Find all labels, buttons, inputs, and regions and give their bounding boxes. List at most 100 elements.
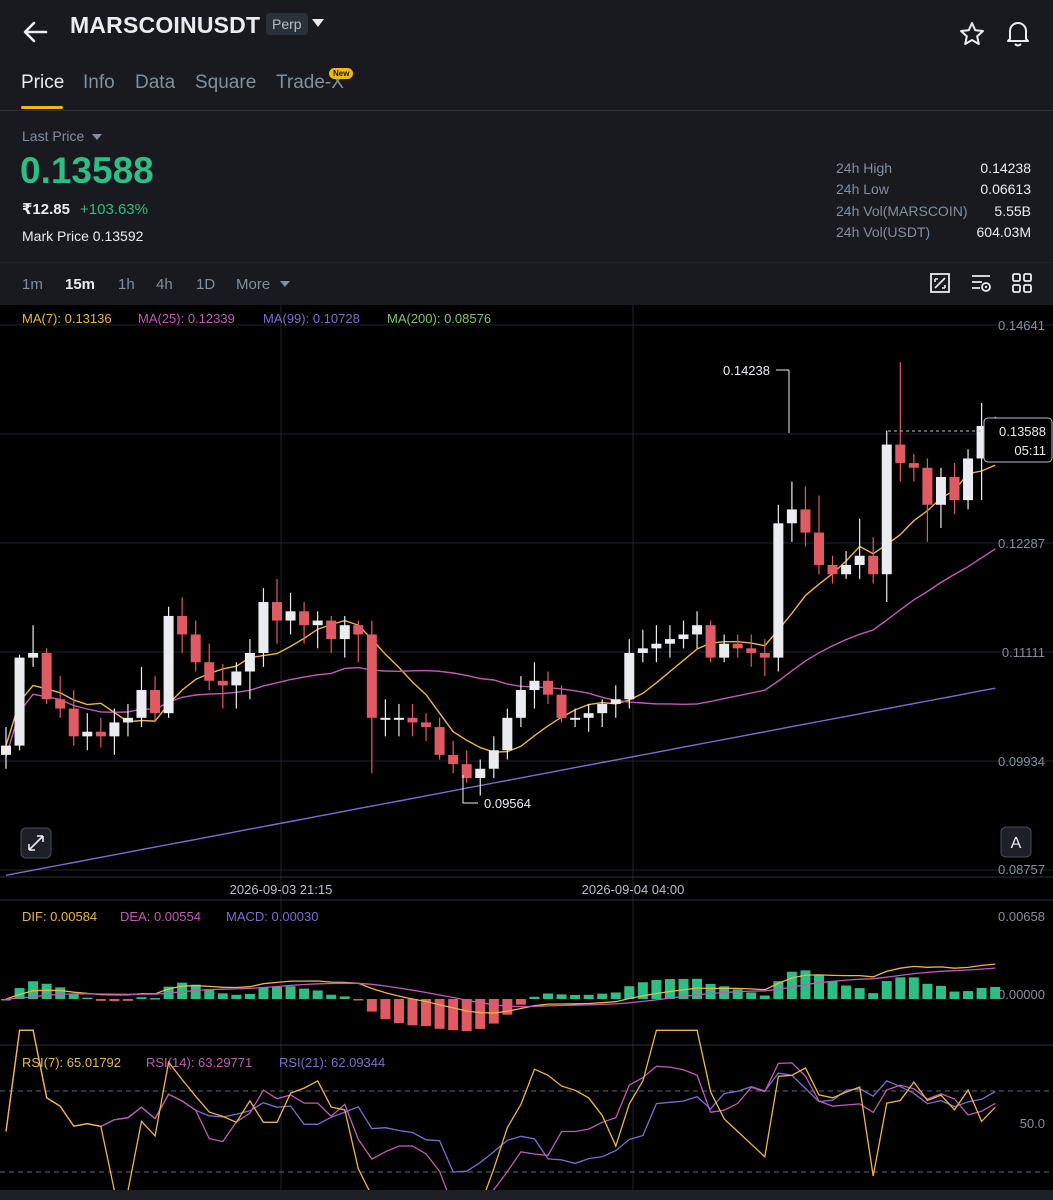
candle-body (908, 463, 919, 468)
macd-bar (786, 971, 797, 999)
tab-info[interactable]: Info (83, 72, 115, 94)
macd-bar (136, 997, 147, 999)
candle-body (597, 703, 608, 714)
candle-body (190, 634, 201, 663)
candle-body (556, 694, 567, 718)
candle-body (624, 652, 635, 700)
timeframe-1d[interactable]: 1D (196, 276, 215, 293)
candle-body (949, 476, 960, 501)
favorite-star-icon[interactable] (958, 20, 986, 48)
ma99-legend: MA(99): 0.10728 (263, 311, 360, 326)
active-tab-indicator (21, 106, 63, 109)
macd-bar (231, 994, 242, 999)
macd-bar (82, 997, 93, 1000)
more-dropdown-icon[interactable] (280, 281, 290, 287)
rsi21-legend: RSI(21): 62.09344 (279, 1055, 385, 1070)
macd-bar (515, 999, 526, 1005)
candle-body (637, 648, 648, 653)
stat-label-24h-high: 24h High (836, 160, 893, 176)
contract-type-badge: Perp (266, 13, 308, 35)
tab-price[interactable]: Price (21, 72, 64, 94)
candle-body (583, 713, 594, 718)
candle-body (244, 652, 255, 672)
candle-body (326, 620, 337, 640)
macd-bar (881, 981, 892, 999)
last-price-dropdown-icon[interactable] (92, 134, 102, 140)
macd-bar (597, 993, 608, 999)
candle-body (109, 722, 120, 737)
candle-body (448, 754, 459, 765)
macd-panel (1, 963, 1001, 1032)
macd-bar (55, 987, 66, 999)
expand-chart-button[interactable] (20, 827, 52, 859)
candle-body (177, 615, 188, 635)
symbol-title[interactable]: MARSCOINUSDT (70, 12, 260, 39)
candle-body (664, 639, 675, 644)
macd-bar (190, 984, 201, 999)
macd-histogram-legend: MACD: 0.00030 (226, 909, 319, 924)
candle-body (163, 615, 174, 714)
indicator-settings-icon[interactable] (970, 272, 992, 294)
candle-body (14, 657, 25, 746)
macd-y-tick: 0.00658 (998, 909, 1045, 924)
candle-body (68, 708, 79, 737)
ticker-panel: MARSCOINUSDT Perp Price Info Data Square… (0, 0, 1053, 262)
back-arrow-icon[interactable] (20, 18, 50, 46)
candle-body (393, 717, 404, 720)
candle-body (488, 750, 499, 769)
candle-body (800, 509, 811, 533)
macd-bar (244, 993, 255, 999)
last-price-label[interactable]: Last Price (22, 128, 84, 144)
candle-body (28, 652, 39, 658)
new-badge: New (329, 68, 354, 79)
timeframe-4h[interactable]: 4h (156, 276, 173, 293)
candle-body (678, 634, 689, 640)
macd-bar (705, 983, 716, 999)
macd-bar (827, 981, 838, 999)
symbol-dropdown-icon[interactable] (312, 19, 324, 27)
timeframe-1h[interactable]: 1h (118, 276, 135, 293)
candle-body (773, 523, 784, 658)
macd-bar (448, 999, 459, 1031)
stat-value-24h-high: 0.14238 (980, 160, 1031, 176)
stat-value-24h-vol-usdt: 604.03M (976, 224, 1031, 240)
candle-body (366, 634, 377, 718)
candle-body (231, 671, 242, 686)
timeframe-15m[interactable]: 15m (65, 276, 95, 293)
macd-bar (41, 983, 52, 999)
macd-bar (935, 985, 946, 999)
macd-bar (746, 992, 757, 999)
candle-body (732, 643, 743, 649)
macd-bar (421, 999, 432, 1027)
macd-bar (841, 985, 852, 999)
macd-y-tick: 0.00000 (998, 987, 1045, 1002)
timeframe-1m[interactable]: 1m (22, 276, 43, 293)
macd-bar (543, 993, 553, 999)
tab-square[interactable]: Square (195, 72, 256, 94)
tab-data[interactable]: Data (135, 72, 175, 94)
macd-bar (922, 983, 933, 999)
candle-body (407, 717, 418, 723)
candle-body (434, 727, 445, 755)
bottom-edge (0, 1190, 1053, 1200)
chart-fullscreen-icon[interactable] (929, 272, 951, 294)
price-alert-bell-icon[interactable] (1004, 18, 1032, 48)
candle-body (217, 680, 228, 686)
layout-grid-icon[interactable] (1011, 272, 1033, 294)
candle-body (95, 731, 106, 737)
price-change-percent: +103.63% (80, 201, 148, 218)
stat-value-24h-vol-base: 5.55B (994, 203, 1031, 219)
timeframe-more[interactable]: More (236, 276, 270, 293)
macd-bar (380, 999, 391, 1020)
candle-body (854, 555, 865, 565)
macd-bar (285, 986, 296, 999)
auto-scale-button[interactable]: A (1000, 826, 1032, 858)
stat-label-24h-low: 24h Low (836, 181, 889, 197)
macd-bar (95, 999, 106, 1001)
macd-bar (393, 999, 404, 1024)
candle-body (841, 564, 852, 575)
candle-body (895, 444, 906, 464)
macd-bar (854, 988, 865, 999)
price-chart[interactable]: MA(7): 0.13136 MA(25): 0.12339 MA(99): 0… (0, 305, 1053, 1200)
stat-label-24h-vol-base: 24h Vol(MARSCOIN) (836, 203, 968, 219)
